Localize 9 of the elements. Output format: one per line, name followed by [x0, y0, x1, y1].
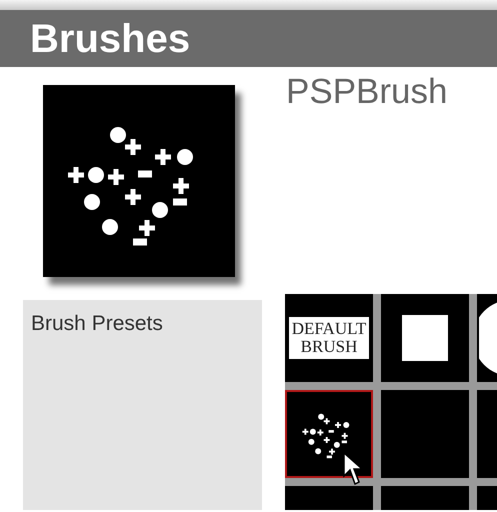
preset-tile[interactable]: DEFAULT BRUSH: [285, 294, 373, 382]
square-brush-icon: [402, 315, 448, 361]
brush-name: PSPBrush: [286, 73, 448, 113]
preset-tile[interactable]: [381, 390, 469, 478]
panel-title: Brushes: [30, 18, 190, 58]
preset-tile[interactable]: [285, 390, 373, 478]
scatter-brush-icon: [302, 414, 350, 458]
presets-label: Brush Presets: [31, 311, 164, 337]
preset-tile[interactable]: [381, 294, 469, 382]
